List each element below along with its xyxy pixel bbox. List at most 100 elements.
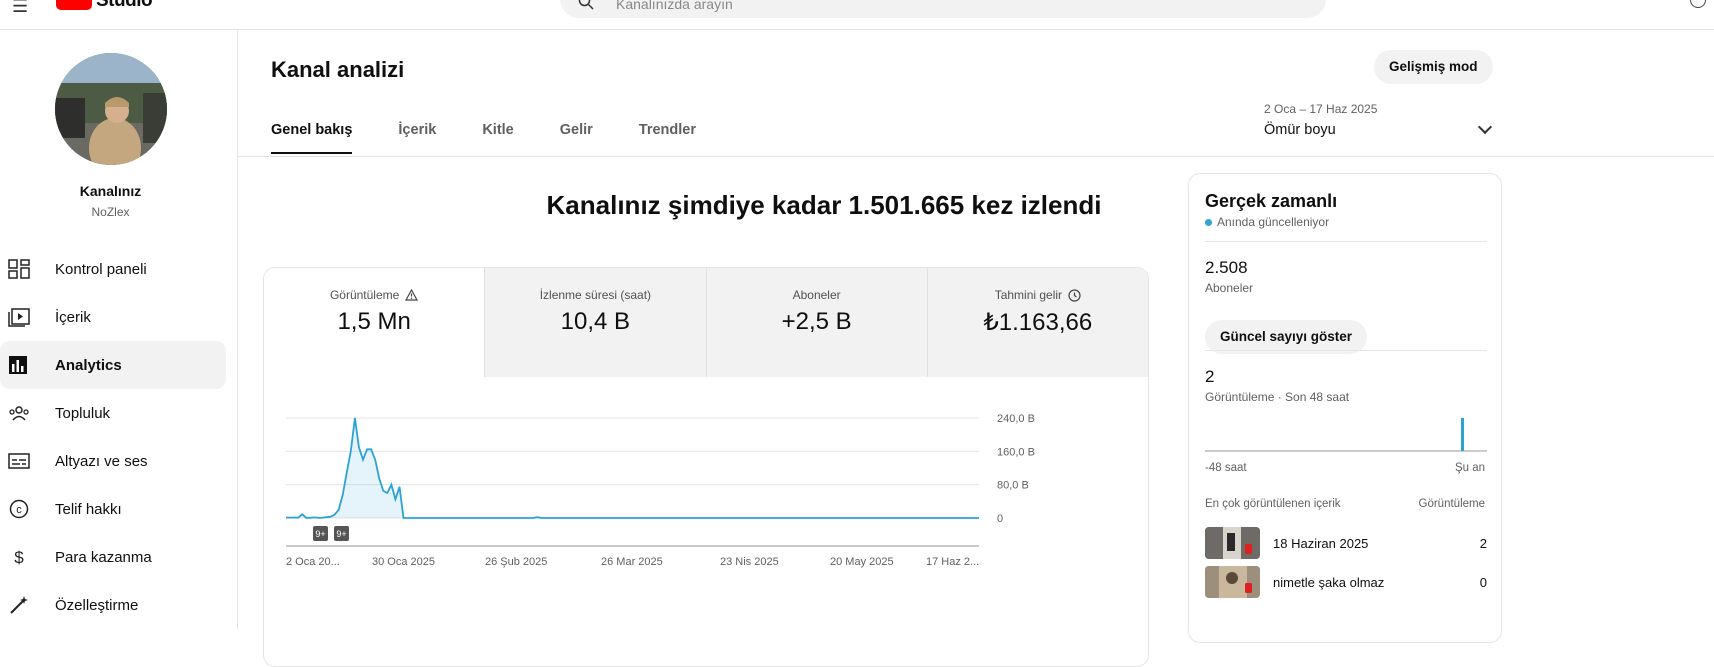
sidebar-item-copyright[interactable]: c Telif hakkı xyxy=(0,485,226,533)
analytics-icon xyxy=(9,356,27,374)
sidebar-item-label: Özelleştirme xyxy=(55,596,139,614)
copyright-icon: c xyxy=(9,499,29,519)
views-value: 2 xyxy=(1205,367,1215,386)
x-tick-label: 30 Oca 2025 xyxy=(372,556,435,568)
sidebar-item-analytics[interactable]: Analytics xyxy=(0,341,226,389)
search-icon xyxy=(578,0,594,10)
sidebar-item-label: Analytics xyxy=(55,356,122,374)
page-title: Kanal analizi xyxy=(271,57,405,82)
metric-revenue[interactable]: Tahmini gelir ₺1.163,66 xyxy=(926,268,1148,377)
list-item[interactable]: nimetle şaka olmaz 0 xyxy=(1205,566,1487,598)
realtime-title: Gerçek zamanlı xyxy=(1205,191,1338,211)
advanced-mode-button[interactable]: Gelişmiş mod xyxy=(1374,50,1493,84)
x-tick-label: 2 Oca 20... xyxy=(286,556,340,568)
clock-icon[interactable] xyxy=(1068,288,1081,302)
video-thumbnail[interactable] xyxy=(1205,527,1260,559)
sidebar-item-label: İçerik xyxy=(55,308,91,326)
channel-avatar[interactable] xyxy=(55,53,167,165)
live-indicator: Anında güncelleniyor xyxy=(1205,215,1329,229)
subscribers-label: Aboneler xyxy=(1205,281,1254,295)
tab-content[interactable]: İçerik xyxy=(398,122,436,154)
y-tick-label: 80,0 B xyxy=(997,480,1029,492)
search-bar[interactable]: Kanalınızda arayın xyxy=(560,0,1326,18)
svg-text:$: $ xyxy=(14,548,24,567)
sidebar-item-community[interactable]: Topluluk xyxy=(0,389,226,437)
channel-title: Kanalınız xyxy=(79,183,142,199)
y-tick-label: 240,0 B xyxy=(997,413,1035,425)
live-dot-icon xyxy=(1205,218,1212,226)
tab-audience[interactable]: Kitle xyxy=(482,122,513,154)
date-selector[interactable]: 2 Oca – 17 Haz 2025 Ömür boyu xyxy=(1264,102,1493,138)
sidebar-item-subtitles[interactable]: Altyazı ve ses xyxy=(0,437,226,485)
x-tick-label: 17 Haz 2... xyxy=(926,556,979,568)
main-area: Kanal analizi Gelişmiş mod Genel bakış İ… xyxy=(238,30,1714,667)
views-chart[interactable]: 240,0 B 160,0 B 80,0 B 0 2 Oca 20... 30 Oca 2… xyxy=(264,378,1149,667)
tab-overview[interactable]: Genel bakış xyxy=(271,122,353,154)
metric-views[interactable]: Görüntüleme 1,5 Mn xyxy=(264,268,485,377)
channel-name: NoZlex xyxy=(91,205,130,219)
top-content-column: Görüntüleme xyxy=(1418,498,1485,510)
help-icon[interactable] xyxy=(1690,0,1706,8)
menu-icon[interactable]: ☰ xyxy=(12,0,28,17)
top-content-header: En çok görüntülenen içerik xyxy=(1205,498,1341,510)
studio-logo[interactable]: Studio xyxy=(56,0,153,12)
top-bar: ☰ Studio Kanalınızda arayın xyxy=(0,0,1714,30)
content-icon xyxy=(8,308,30,327)
metric-value: +2,5 B xyxy=(781,308,852,335)
tabs-divider xyxy=(238,156,1714,157)
x-tick-label: 23 Nis 2025 xyxy=(720,556,779,568)
sidebar-item-label: Altyazı ve ses xyxy=(55,452,148,470)
sidebar-item-content[interactable]: İçerik xyxy=(0,293,226,341)
warning-icon[interactable] xyxy=(405,289,419,301)
video-thumbnail[interactable] xyxy=(1205,566,1260,598)
metric-label: Aboneler xyxy=(792,288,841,302)
realtime-card: Gerçek zamanlı Anında güncelleniyor 2.50… xyxy=(1188,173,1502,643)
tabs: Genel bakış İçerik Kitle Gelir Trendler xyxy=(271,122,742,154)
avatar-image xyxy=(55,53,167,165)
realtime-bar-chart[interactable] xyxy=(1205,414,1487,452)
video-views: 2 xyxy=(1479,536,1487,551)
date-range: 2 Oca – 17 Haz 2025 xyxy=(1264,102,1378,116)
search-input[interactable]: Kanalınızda arayın xyxy=(616,0,733,12)
divider xyxy=(1205,350,1487,351)
list-item[interactable]: 18 Haziran 2025 2 xyxy=(1205,527,1487,559)
show-current-count-button[interactable]: Güncel sayıyı göster xyxy=(1205,320,1368,354)
metric-watch-time[interactable]: İzlenme süresi (saat) 10,4 B xyxy=(484,268,706,377)
subscribers-value: 2.508 xyxy=(1205,258,1248,277)
y-tick-label: 160,0 B xyxy=(997,446,1035,458)
metric-value: ₺1.163,66 xyxy=(983,309,1093,336)
svg-text:c: c xyxy=(16,504,22,516)
realtime-bar[interactable] xyxy=(1461,418,1464,451)
metric-label-row: Tahmini gelir xyxy=(928,288,1148,302)
date-value: Ömür boyu xyxy=(1264,122,1336,138)
divider xyxy=(1205,241,1487,242)
sidebar-item-dashboard[interactable]: Kontrol paneli xyxy=(0,245,226,293)
thumbnail-image xyxy=(1205,566,1260,598)
axis-label-left: -48 saat xyxy=(1205,462,1247,474)
x-tick-label: 26 Şub 2025 xyxy=(485,556,547,568)
video-views: 0 xyxy=(1479,575,1487,590)
logo-text: Studio xyxy=(96,0,153,11)
sidebar-item-monetization[interactable]: $ Para kazanma xyxy=(0,533,226,581)
live-text: Anında güncelleniyor xyxy=(1217,215,1330,229)
chevron-down-icon xyxy=(1477,119,1493,135)
metric-label: Görüntüleme xyxy=(329,288,400,302)
metric-value: 10,4 B xyxy=(560,308,631,335)
axis-label-right: Şu an xyxy=(1454,462,1485,474)
sidebar-nav: Kontrol paneli İçerik Analytics Topluluk… xyxy=(0,245,226,629)
sidebar-item-customization[interactable]: Özelleştirme xyxy=(0,581,226,629)
metric-subscribers[interactable]: Aboneler +2,5 B xyxy=(705,268,927,377)
series-area xyxy=(286,418,979,518)
views-label: Görüntüleme · Son 48 saat xyxy=(1205,390,1350,404)
subtitles-icon xyxy=(8,453,30,469)
sidebar-item-label: Kontrol paneli xyxy=(55,260,147,278)
magic-wand-icon xyxy=(10,596,28,614)
sidebar-item-label: Telif hakkı xyxy=(55,500,122,518)
thumbnail-image xyxy=(1205,527,1260,559)
youtube-logo-icon xyxy=(56,0,92,10)
metrics-card: Görüntüleme 1,5 Mn İzlenme süresi (saat)… xyxy=(263,267,1149,667)
tab-trends[interactable]: Trendler xyxy=(639,122,696,154)
video-title: 18 Haziran 2025 xyxy=(1273,536,1369,551)
metrics-row: Görüntüleme 1,5 Mn İzlenme süresi (saat)… xyxy=(264,268,1148,377)
tab-revenue[interactable]: Gelir xyxy=(560,122,593,154)
